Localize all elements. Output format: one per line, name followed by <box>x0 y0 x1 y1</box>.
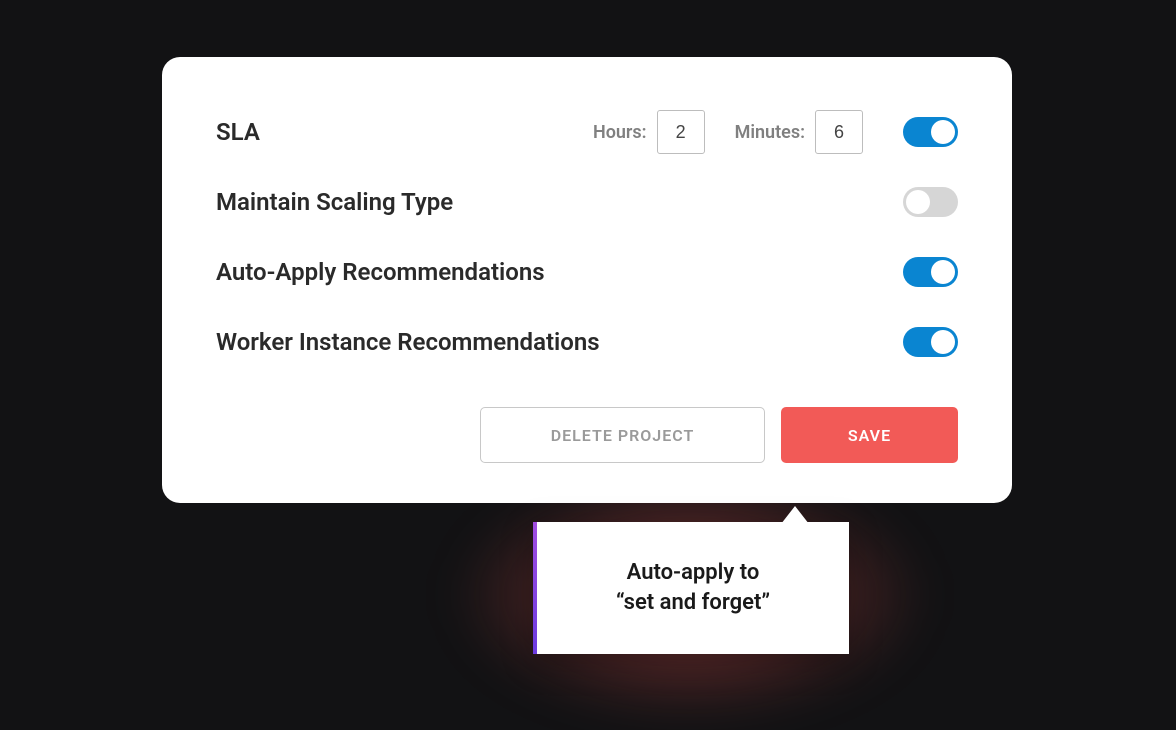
sla-minutes-item: Minutes: <box>735 110 863 154</box>
sla-toggle[interactable] <box>903 117 958 147</box>
toggle-knob-icon <box>931 330 955 354</box>
row-sla: SLA Hours: Minutes: <box>216 97 958 167</box>
save-button[interactable]: SAVE <box>781 407 958 463</box>
minutes-input[interactable] <box>815 110 863 154</box>
toggle-knob-icon <box>906 190 930 214</box>
delete-project-button[interactable]: DELETE PROJECT <box>480 407 765 463</box>
tooltip-pointer-icon <box>781 506 809 524</box>
hours-input[interactable] <box>657 110 705 154</box>
sla-label: SLA <box>216 118 260 146</box>
worker-instance-label: Worker Instance Recommendations <box>216 328 600 356</box>
maintain-scaling-toggle[interactable] <box>903 187 958 217</box>
worker-instance-toggle[interactable] <box>903 327 958 357</box>
row-maintain-scaling: Maintain Scaling Type <box>216 167 958 237</box>
tooltip-text: Auto-apply to “set and forget” <box>616 558 770 617</box>
settings-card: SLA Hours: Minutes: Maintain Scaling Typ… <box>162 57 1012 503</box>
toggle-knob-icon <box>931 260 955 284</box>
toggle-knob-icon <box>931 120 955 144</box>
minutes-label: Minutes: <box>735 122 805 143</box>
sla-time-group: Hours: Minutes: <box>593 110 863 154</box>
sla-hours-item: Hours: <box>593 110 705 154</box>
maintain-scaling-label: Maintain Scaling Type <box>216 188 453 216</box>
button-row: DELETE PROJECT SAVE <box>216 407 958 463</box>
row-worker-instance: Worker Instance Recommendations <box>216 307 958 377</box>
hours-label: Hours: <box>593 122 647 143</box>
auto-apply-toggle[interactable] <box>903 257 958 287</box>
auto-apply-label: Auto-Apply Recommendations <box>216 258 545 286</box>
tooltip-callout: Auto-apply to “set and forget” <box>533 522 849 654</box>
row-auto-apply: Auto-Apply Recommendations <box>216 237 958 307</box>
